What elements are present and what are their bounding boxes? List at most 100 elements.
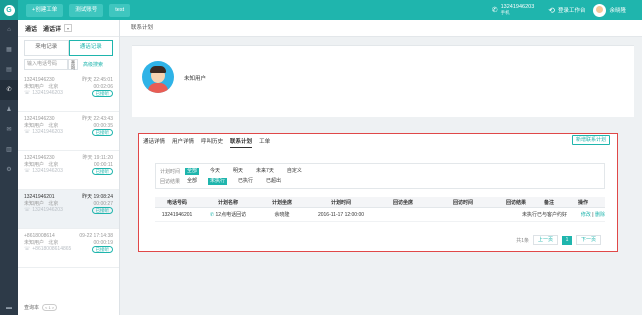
footer-label: 查询本 <box>24 305 40 311</box>
detail-tabs: 通话详情 用户详情 呼叫历史 联系计划 工单 <box>143 137 277 148</box>
phone-icon: ☏ <box>24 90 31 97</box>
page-1-button[interactable]: 1 <box>561 235 572 245</box>
record-caller: 未知用户 北京 <box>24 162 58 169</box>
phone-icon: ☏ <box>24 168 31 175</box>
list-item[interactable]: 13241946230 昨天 22:43:43 未知用户 北京 00:00:35 ☏… <box>18 112 119 151</box>
status-badge: 已接听 <box>91 246 113 253</box>
record-caller: 未知用户 北京 <box>24 201 58 208</box>
refresh-icon[interactable]: ⟲ <box>548 6 555 15</box>
tab-incoming[interactable]: 来电记录 <box>24 40 69 56</box>
call-list-pane: 通话 通话详 ▾ 来电记录 通话记录 输入电话号码 查询 高级搜索 132419… <box>18 20 120 315</box>
advanced-search-link[interactable]: 高级搜索 <box>83 61 103 68</box>
filter-result-overdue[interactable]: 已超出 <box>264 178 283 185</box>
list-header: 通话 通话详 ▾ <box>18 20 119 37</box>
gear-icon[interactable]: ⚙ <box>0 160 18 180</box>
phone-type: 手机 <box>500 10 510 15</box>
filter-time-tomorrow[interactable]: 明天 <box>231 168 245 175</box>
filter-time-all[interactable]: 全部 <box>185 167 200 175</box>
record-phone: +8618008614865 <box>32 246 72 253</box>
create-ticket-button[interactable]: +创建工单 <box>26 3 64 17</box>
phone-icon[interactable]: ✆ <box>210 212 214 218</box>
record-loc: 北京 <box>48 83 59 90</box>
test-account-button[interactable]: 测试账号 <box>69 3 104 17</box>
filter-time-today[interactable]: 今天 <box>208 168 222 175</box>
cell-result: 未执行 <box>521 212 537 218</box>
col-action: 操作 <box>577 199 588 206</box>
table-row: 13241946201 ✆ 12点电话回访 余晓隆 2016-11-17 12:… <box>155 208 605 222</box>
list-subtitle: 通话详 <box>43 26 62 33</box>
user-icon[interactable]: ♟ <box>0 100 18 120</box>
status-badge: 已接听 <box>91 90 113 97</box>
record-caller: 未知用户 北京 <box>24 240 58 247</box>
mail-icon[interactable]: ✉ <box>0 120 18 140</box>
search-button[interactable]: 查询 <box>68 58 78 70</box>
tab-ticket[interactable]: 工单 <box>259 137 270 148</box>
record-phone: 13241946203 <box>32 207 63 214</box>
chat-icon[interactable]: ▬ <box>0 305 18 311</box>
app-logo[interactable]: G <box>0 0 18 20</box>
record-who: 未知用户 <box>24 239 45 246</box>
phone-icon: ☏ <box>24 246 31 253</box>
grid-icon[interactable]: ▦ <box>0 40 18 60</box>
record-who: 未知用户 <box>24 200 45 207</box>
record-who: 未知用户 <box>24 122 45 129</box>
user-avatar[interactable] <box>593 3 607 17</box>
phone-nav-icon[interactable]: ✆ <box>0 80 18 100</box>
chevron-down-icon[interactable]: ▾ <box>64 24 73 32</box>
status-badge: 已接听 <box>91 207 113 214</box>
chart-icon[interactable]: ▥ <box>0 140 18 160</box>
filter-result-pending[interactable]: 未执行 <box>208 177 228 185</box>
cell-plan: ✆ 12点电话回访 <box>199 211 257 218</box>
filter-time-label: 计划时间 <box>160 168 181 175</box>
cell-time: 2016-11-17 12:00:00 <box>317 211 365 218</box>
record-who: 未知用户 <box>24 83 45 90</box>
plan-table: 电话号码 计划名称 计划坐席 计划时间 回访坐席 回访时间 回访结果 备注 操作… <box>155 197 605 222</box>
col-agent: 计划坐席 <box>271 199 292 206</box>
record-phone: 13241946203 <box>32 168 63 175</box>
list-item-selected[interactable]: 13241946201 昨天 19:08:24 未知用户 北京 00:00:27 ☏… <box>18 190 119 229</box>
breadcrumb: 联系计划 <box>120 20 642 37</box>
tab-call-history[interactable]: 呼叫历史 <box>201 137 223 148</box>
list-pager[interactable]: < 1 > <box>42 304 58 311</box>
tab-call-detail[interactable]: 通话详情 <box>143 137 165 148</box>
delete-link[interactable]: 删除 <box>595 212 605 218</box>
new-plan-button[interactable]: 新增联系计划 <box>571 135 610 145</box>
list-footer: 查询本 < 1 > <box>24 304 58 311</box>
prev-page-button[interactable]: 上一页 <box>532 235 558 245</box>
phone-icon[interactable]: ✆ <box>492 6 498 14</box>
cell-phone: 13241946201 <box>161 211 193 218</box>
workbench-link[interactable]: 登录工作台 <box>558 6 586 14</box>
edit-link[interactable]: 修改 <box>581 212 591 218</box>
list-item[interactable]: +8618008614 09-22 17:14:38 未知用户 北京 00:00:1… <box>18 229 119 268</box>
tab-contact-plan[interactable]: 联系计划 <box>230 137 253 148</box>
filter-time-custom[interactable]: 自定义 <box>285 168 304 175</box>
cell-actions: 修改 | 删除 <box>561 211 605 218</box>
status-badge: 已接听 <box>91 129 113 136</box>
cell-plan-text: 12点电话回访 <box>215 212 247 218</box>
username[interactable]: 余晓隆 <box>609 6 626 14</box>
tab-calls[interactable]: 通话记录 <box>68 40 113 56</box>
filter-result-done[interactable]: 已执行 <box>236 178 255 185</box>
customer-card: 未知用户 <box>132 45 634 117</box>
list-item[interactable]: 13241946230 昨天 19:11:20 未知用户 北京 00:00:11 ☏… <box>18 151 119 190</box>
tab-user-detail[interactable]: 用户详情 <box>172 137 194 148</box>
phone-status: 13241946203 手机 <box>501 4 535 16</box>
left-nav: ⌂ ▦ ▤ ✆ ♟ ✉ ▥ ⚙ ▬ <box>0 20 18 315</box>
test-button[interactable]: test <box>109 3 131 17</box>
list-item[interactable]: 13241946230 昨天 22:45:01 未知用户 北京 00:02:06 ☏… <box>18 73 119 112</box>
search-input[interactable]: 输入电话号码 <box>24 58 68 70</box>
filter-time-7days[interactable]: 未来7天 <box>254 168 276 175</box>
phone-icon: ☏ <box>24 129 31 136</box>
record-who: 未知用户 <box>24 161 45 168</box>
main-content: 联系计划 未知用户 通话详情 用户详情 呼叫历史 联系计划 工单 新增联系计划 … <box>120 20 642 315</box>
record-loc: 北京 <box>48 161 59 168</box>
list-title: 通话 <box>25 26 38 33</box>
action-separator: | <box>592 212 594 218</box>
home-icon[interactable]: ⌂ <box>0 20 18 40</box>
next-page-button[interactable]: 下一页 <box>575 235 601 245</box>
doc-icon[interactable]: ▤ <box>0 60 18 80</box>
col-phone: 电话号码 <box>166 199 187 206</box>
logo-icon: G <box>3 4 15 16</box>
filter-result-all[interactable]: 全部 <box>185 178 199 185</box>
record-caller: 未知用户 北京 <box>24 84 58 91</box>
